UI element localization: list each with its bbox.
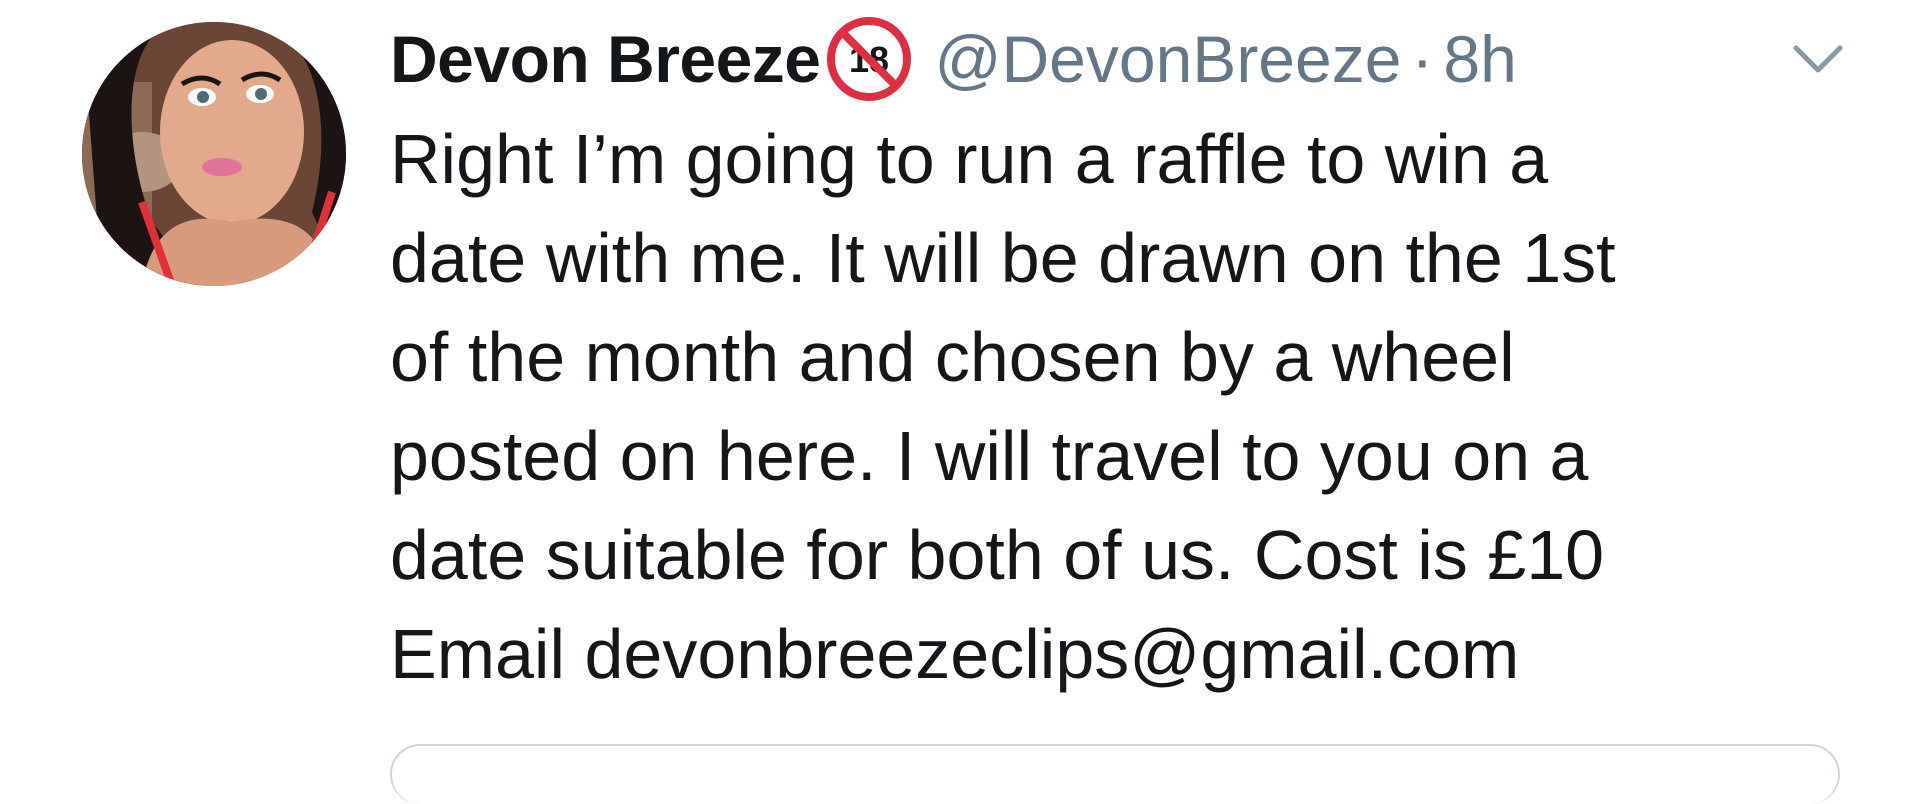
- tweet-header: Devon Breeze 18 @DevonBreeze · 8h: [390, 14, 1517, 104]
- user-handle[interactable]: @DevonBreeze: [935, 21, 1402, 97]
- tweet[interactable]: Devon Breeze 18 @DevonBreeze · 8h Right …: [0, 0, 1920, 804]
- no-under-18-icon: 18: [826, 17, 911, 101]
- avatar-photo: [82, 22, 346, 286]
- timestamp[interactable]: 8h: [1443, 21, 1516, 97]
- header-separator: ·: [1411, 22, 1434, 96]
- card-preview[interactable]: [390, 744, 1840, 804]
- display-name[interactable]: Devon Breeze: [390, 21, 821, 97]
- tweet-text: Right I’m going to run a raffle to win a…: [390, 120, 1616, 693]
- avatar[interactable]: [82, 22, 346, 286]
- chevron-down-icon[interactable]: [1790, 40, 1846, 80]
